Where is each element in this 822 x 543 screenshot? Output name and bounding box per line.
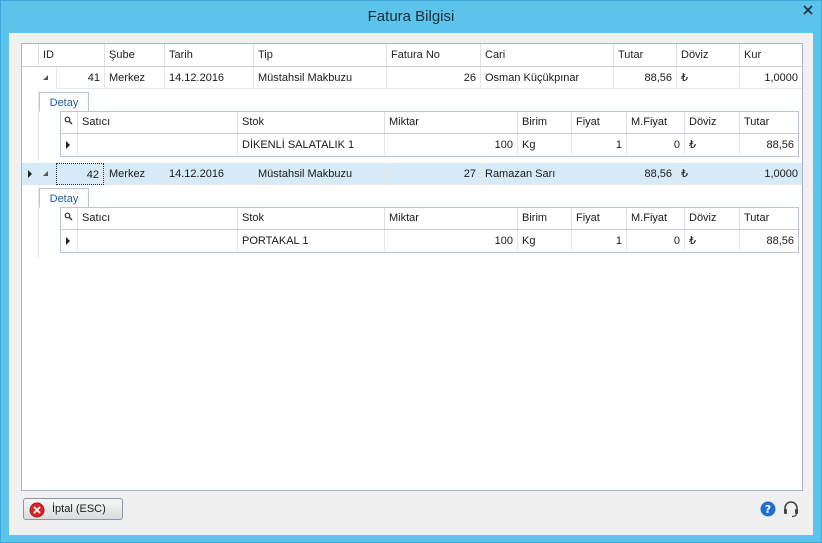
cell-id: 42 xyxy=(56,163,104,185)
column-header-birim[interactable]: Birim xyxy=(517,112,571,133)
tab-detay[interactable]: Detay xyxy=(39,92,89,112)
row-indicator-icon xyxy=(61,230,77,252)
client-area: ID Şube Tarih Tip Fatura No Cari Tutar D… xyxy=(9,33,813,535)
column-header-tarih[interactable]: Tarih xyxy=(164,44,253,66)
column-header-doviz[interactable]: Döviz xyxy=(684,208,739,229)
cell-mfiyat: 0 xyxy=(626,134,684,156)
row-indicator-icon xyxy=(22,163,40,185)
column-header-doviz[interactable]: Döviz xyxy=(676,44,739,66)
column-header-fatura-no[interactable]: Fatura No xyxy=(386,44,480,66)
cell-tip: Müstahsil Makbuzu xyxy=(253,163,386,185)
cell-fiyat: 1 xyxy=(571,230,626,252)
cell-fatura-no: 26 xyxy=(386,67,480,89)
cell-satici xyxy=(77,134,237,156)
detail-grid-header: Satıcı Stok Miktar Birim Fiyat M.Fiyat D… xyxy=(61,208,798,230)
cell-tutar: 88,56 xyxy=(739,134,798,156)
cell-kur: 1,0000 xyxy=(739,67,802,89)
column-header-mfiyat[interactable]: M.Fiyat xyxy=(626,112,684,133)
column-header-satici[interactable]: Satıcı xyxy=(77,112,237,133)
detail-row[interactable]: PORTAKAL 1 100 Kg 1 0 ₺ 88,56 xyxy=(61,230,798,252)
cell-miktar: 100 xyxy=(384,134,517,156)
cell-mfiyat: 0 xyxy=(626,230,684,252)
column-header-miktar[interactable]: Miktar xyxy=(384,208,517,229)
cell-fatura-no: 27 xyxy=(386,163,480,185)
close-icon[interactable] xyxy=(799,1,817,19)
column-header-doviz[interactable]: Döviz xyxy=(684,112,739,133)
window-title: Fatura Bilgisi xyxy=(367,8,455,25)
tab-detay[interactable]: Detay xyxy=(39,188,89,208)
search-icon[interactable] xyxy=(61,112,77,133)
cell-tarih: 14.12.2016 xyxy=(164,163,253,185)
cell-cari: Osman Küçükpınar xyxy=(480,67,613,89)
cell-satici xyxy=(77,230,237,252)
column-header-birim[interactable]: Birim xyxy=(517,208,571,229)
invoice-window: Fatura Bilgisi ID Şube Tarih Tip Fatura … xyxy=(0,0,822,543)
cancel-icon xyxy=(29,502,45,521)
footer-bar: İptal (ESC) ? xyxy=(9,498,813,528)
cell-stok: DİKENLİ SALATALIK 1 xyxy=(237,134,384,156)
cell-birim: Kg xyxy=(517,230,571,252)
cell-doviz: ₺ xyxy=(684,134,739,156)
cell-cari: Ramazan Sarı xyxy=(480,163,613,185)
help-icon[interactable]: ? xyxy=(760,501,776,520)
column-header-tutar[interactable]: Tutar xyxy=(739,208,798,229)
cell-tutar: 88,56 xyxy=(613,67,676,89)
cancel-button[interactable]: İptal (ESC) xyxy=(23,498,123,520)
cell-fiyat: 1 xyxy=(571,134,626,156)
column-header-satici[interactable]: Satıcı xyxy=(77,208,237,229)
column-header-tip[interactable]: Tip xyxy=(253,44,386,66)
collapse-icon[interactable] xyxy=(42,163,56,185)
column-header-sube[interactable]: Şube xyxy=(104,44,164,66)
detail-panel: Detay Satıcı Stok Miktar Birim Fiyat M.F… xyxy=(38,185,802,258)
table-row[interactable]: 42 Merkez 14.12.2016 Müstahsil Makbuzu 2… xyxy=(22,163,802,185)
column-header-id[interactable]: ID xyxy=(38,44,104,66)
column-header-cari[interactable]: Cari xyxy=(480,44,613,66)
detail-row[interactable]: DİKENLİ SALATALIK 1 100 Kg 1 0 ₺ 88,56 xyxy=(61,134,798,156)
cell-tarih: 14.12.2016 xyxy=(164,67,253,89)
cell-id: 41 xyxy=(56,67,104,89)
cell-doviz: ₺ xyxy=(676,163,739,185)
row-indicator-icon xyxy=(61,134,77,156)
detail-grid[interactable]: Satıcı Stok Miktar Birim Fiyat M.Fiyat D… xyxy=(60,207,799,253)
column-header-tutar[interactable]: Tutar xyxy=(613,44,676,66)
cell-sube: Merkez xyxy=(104,163,164,185)
detail-grid-header: Satıcı Stok Miktar Birim Fiyat M.Fiyat D… xyxy=(61,112,798,134)
column-header-stok[interactable]: Stok xyxy=(237,112,384,133)
search-icon[interactable] xyxy=(61,208,77,229)
cell-stok: PORTAKAL 1 xyxy=(237,230,384,252)
collapse-icon[interactable] xyxy=(42,67,56,89)
column-header-stok[interactable]: Stok xyxy=(237,208,384,229)
svg-text:?: ? xyxy=(765,503,771,516)
cell-tutar: 88,56 xyxy=(613,163,676,185)
cancel-button-label: İptal (ESC) xyxy=(52,503,106,515)
column-header-fiyat[interactable]: Fiyat xyxy=(571,112,626,133)
cell-sube: Merkez xyxy=(104,67,164,89)
cell-miktar: 100 xyxy=(384,230,517,252)
column-header-tutar[interactable]: Tutar xyxy=(739,112,798,133)
column-header-mfiyat[interactable]: M.Fiyat xyxy=(626,208,684,229)
cell-birim: Kg xyxy=(517,134,571,156)
cell-kur: 1,0000 xyxy=(739,163,802,185)
cell-tip: Müstahsil Makbuzu xyxy=(253,67,386,89)
cell-tutar: 88,56 xyxy=(739,230,798,252)
table-row[interactable]: 41 Merkez 14.12.2016 Müstahsil Makbuzu 2… xyxy=(22,67,802,89)
detail-panel: Detay Satıcı Stok Miktar Birim Fiyat M.F… xyxy=(38,89,802,162)
cell-doviz: ₺ xyxy=(676,67,739,89)
cell-doviz: ₺ xyxy=(684,230,739,252)
headset-icon[interactable] xyxy=(782,500,800,521)
column-header-fiyat[interactable]: Fiyat xyxy=(571,208,626,229)
detail-grid[interactable]: Satıcı Stok Miktar Birim Fiyat M.Fiyat D… xyxy=(60,111,799,157)
column-header-kur[interactable]: Kur xyxy=(739,44,802,66)
column-header-miktar[interactable]: Miktar xyxy=(384,112,517,133)
invoice-grid[interactable]: ID Şube Tarih Tip Fatura No Cari Tutar D… xyxy=(21,43,803,491)
grid-header: ID Şube Tarih Tip Fatura No Cari Tutar D… xyxy=(22,44,802,67)
